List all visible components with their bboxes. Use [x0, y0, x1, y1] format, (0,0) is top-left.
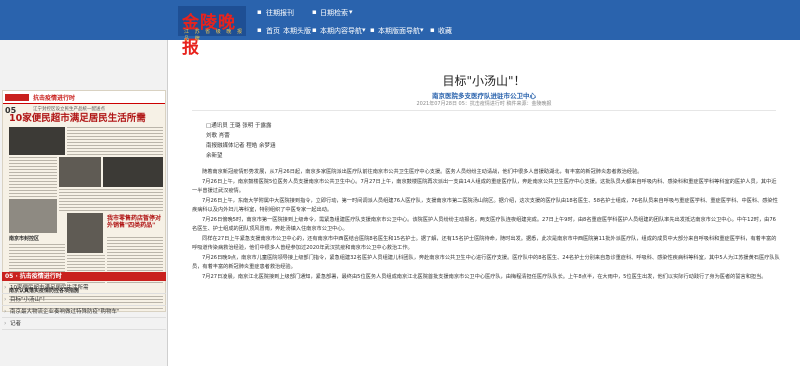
article-paragraph: 7月27日凌晨，南京江北医院接到上级部门通知，紧急部署，最终由5位医务人员组成南… [202, 273, 767, 280]
article-list: › 10家便民超市满足居民生活所需 › 目标"小汤山"！ › 南京最大物流企业奏… [2, 282, 166, 330]
home-link[interactable]: 首页 [266, 26, 280, 36]
article-paragraph: 7月26日晚9点，南京市儿童医院领导接上级部门指令，紧急组建32名医护人员组建儿… [192, 254, 780, 271]
article-link[interactable]: 10家便民超市满足居民生活所需 [10, 285, 89, 291]
front-page-link[interactable]: 本期头版 [283, 26, 311, 36]
paper-topic: 抗击疫情进行时 [33, 95, 76, 102]
article-link[interactable]: 目标"小汤山"！ [10, 297, 48, 303]
chevron-down-icon[interactable]: ▾ [362, 26, 366, 34]
byline-line: 余新望 [206, 153, 223, 159]
paper-top-bar: 抗击疫情进行时 [3, 91, 165, 104]
article-link[interactable]: 南京最大物流企业奏响做过特殊防疫"购物车" [10, 309, 120, 315]
article-paragraph: 同样在27日上午紧急支援南京市公卫中心的，还有南京市中西医结合医院8名医生和15… [192, 235, 777, 252]
article-link[interactable]: 记者 [10, 321, 21, 327]
article-subtitle: 南京医院多支医疗队进驻市公卫中心 [432, 92, 536, 100]
article-list-item[interactable]: › 10家便民超市满足居民生活所需 [2, 282, 166, 294]
article-list-item[interactable]: › 南京最大物流企业奏响做过特殊防疫"购物车" [2, 306, 166, 318]
content-nav-link[interactable]: 本期内容导航 [320, 26, 362, 36]
left-sidebar: 抗击疫情进行时 05 江宁封控区设立民生产品统一配送点 10家便民超市满足居民生… [0, 40, 168, 366]
paper-photo [103, 157, 163, 187]
byline-line: 刘歌 肖蕾 [206, 133, 230, 139]
favorite-link[interactable]: 收藏 [438, 26, 452, 36]
paper-text-block [9, 157, 57, 197]
paper-text-block [67, 127, 163, 155]
favorite-icon: ▪ [430, 26, 435, 34]
section-header: 05 · 抗击疫情进行时 [2, 272, 166, 281]
paper-photo [59, 157, 101, 187]
home-icon: ▪ [257, 26, 262, 34]
bullet-icon: › [4, 284, 7, 291]
site-header: 金陵晚报 江 苏 省 级 晚 报 品 牌 ▪ 往期报刊 ▪ 日期检索 ▾ ▪ 首… [0, 0, 800, 58]
paper-subhead: 南京市封控区 [9, 236, 40, 242]
paper-subhead: 我市零售药店暂停对外销售"四类药品" [107, 215, 162, 229]
article-body: 随着南京新冠疫情形势发展，从7月26日起，南京多家医院派出医疗队前往南京市公共卫… [192, 168, 780, 282]
page-nav-icon: ▪ [370, 26, 375, 34]
paper-headline: 10家便民超市满足居民生活所需 [9, 113, 146, 124]
bullet-icon: › [4, 296, 7, 303]
divider [192, 110, 776, 111]
article-paragraph: 7月26日上午，东南大学附属中大医院接到指令，立即行动，第一时间调派人员组建76… [192, 197, 778, 214]
paper-photo [9, 127, 65, 155]
past-issues-icon: ▪ [257, 8, 262, 16]
paper-photo [9, 199, 57, 233]
article-title: 目标"小汤山"！ [442, 74, 526, 88]
byline-line: 南报融媒体记者 程皓 余梦涵 [206, 143, 276, 149]
paper-red-bar [5, 94, 29, 101]
calendar-icon: ▪ [312, 8, 317, 16]
paper-kicker: 江宁封控区设立民生产品统一配送点 [33, 107, 105, 112]
chevron-down-icon[interactable]: ▾ [420, 26, 424, 34]
article-paragraph: 7月26日傍晚5时，南京市第一医院接到上级命令，需紧急组建医疗队支援南京市公卫中… [192, 216, 776, 233]
paper-text-block [59, 189, 163, 211]
page-nav-link[interactable]: 本期版面导航 [378, 26, 420, 36]
article-paragraph: 随着南京新冠疫情形势发展，从7月26日起，南京多家医院派出医疗队前往南京市公共卫… [202, 169, 643, 175]
logo-subtitle: 江 苏 省 级 晚 报 品 牌 [184, 29, 244, 42]
site-logo[interactable]: 金陵晚报 江 苏 省 级 晚 报 品 牌 [178, 6, 246, 58]
content-nav-icon: ▪ [312, 26, 317, 34]
article-list-item[interactable]: › 记者 [2, 318, 166, 330]
past-issues-link[interactable]: 往期报刊 [266, 8, 294, 18]
bullet-icon: › [4, 308, 7, 315]
article-meta: 2021年07月28日 05：抗击疫情进行时 稿件来源：金陵晚报 [416, 101, 552, 107]
article-paragraph: 7月26日上午，南京鼓楼医院5位医务人员支援南京市公共卫生中心。7月27日上午，… [192, 178, 777, 195]
article-list-item[interactable]: › 目标"小汤山"！ [2, 294, 166, 306]
bullet-icon: › [4, 320, 7, 327]
chevron-down-icon[interactable]: ▾ [349, 8, 353, 16]
byline-line: □通讯员 王璐 张明 于露露 [206, 123, 272, 129]
paper-photo [67, 213, 103, 253]
date-search-link[interactable]: 日期检索 [320, 8, 348, 18]
